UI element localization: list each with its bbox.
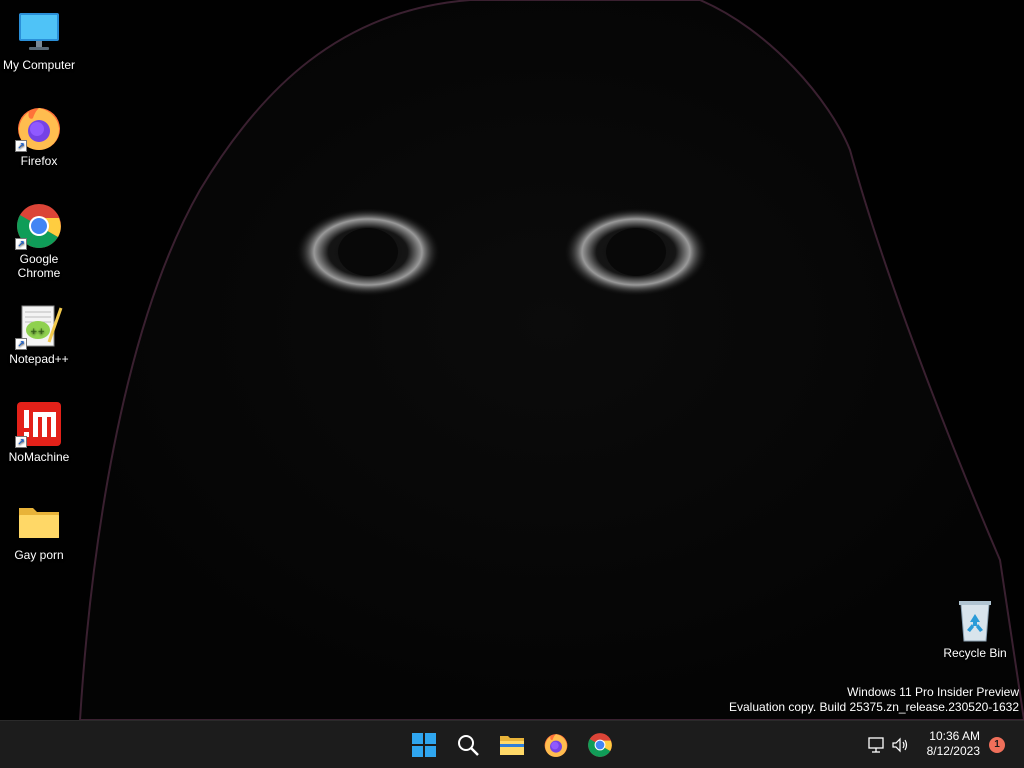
desktop-icon-label: Gay porn bbox=[14, 548, 64, 562]
desktop-icon-my-computer[interactable]: My Computer bbox=[0, 8, 78, 72]
taskbar-clock[interactable]: 10:36 AM 8/12/2023 bbox=[927, 729, 980, 759]
desktop-icon-label: My Computer bbox=[2, 58, 76, 72]
folder-icon bbox=[500, 736, 524, 755]
chrome-icon bbox=[588, 733, 612, 757]
watermark-build: Evaluation copy. Build 25375.zn_release.… bbox=[729, 700, 1019, 714]
desktop-icon-label: Google Chrome bbox=[17, 252, 61, 280]
clock-date: 8/12/2023 bbox=[926, 744, 980, 758]
firefox-taskbar-button[interactable] bbox=[540, 729, 572, 761]
chrome-icon: ↗ bbox=[15, 202, 63, 250]
firefox-icon: ↗ bbox=[15, 104, 63, 152]
shortcut-arrow-icon: ↗ bbox=[15, 140, 27, 152]
notepad-plus-plus-icon: ++ ↗ bbox=[15, 302, 63, 350]
desktop-icon-folder[interactable]: Gay porn bbox=[0, 498, 78, 562]
clock-time: 10:36 AM bbox=[929, 729, 980, 743]
shortcut-arrow-icon: ↗ bbox=[15, 338, 27, 350]
search-button[interactable] bbox=[452, 729, 484, 761]
chrome-taskbar-button[interactable] bbox=[584, 729, 616, 761]
search-icon bbox=[458, 735, 479, 756]
desktop-icon-recycle-bin[interactable]: Recycle Bin bbox=[936, 596, 1014, 660]
desktop-icon-notepad-plus-plus[interactable]: ++ ↗ Notepad++ bbox=[0, 302, 78, 366]
watermark-edition: Windows 11 Pro Insider Preview bbox=[847, 685, 1019, 699]
recycle-bin-icon bbox=[951, 596, 999, 644]
desktop-icon-label: Recycle Bin bbox=[943, 646, 1007, 660]
start-button[interactable] bbox=[408, 729, 440, 761]
shortcut-arrow-icon: ↗ bbox=[15, 238, 27, 250]
file-explorer-button[interactable] bbox=[496, 729, 528, 761]
shortcut-arrow-icon: ↗ bbox=[15, 436, 27, 448]
folder-icon bbox=[15, 498, 63, 546]
windows-start-icon bbox=[412, 733, 436, 757]
desktop-icon-firefox[interactable]: ↗ Firefox bbox=[0, 104, 78, 168]
desktop-icon-google-chrome[interactable]: ↗ Google Chrome bbox=[0, 202, 78, 280]
desktop-icon-nomachine[interactable]: ↗ NoMachine bbox=[0, 400, 78, 464]
desktop-icon-label: Firefox bbox=[20, 154, 58, 168]
wallpaper-image bbox=[0, 0, 1024, 720]
desktop[interactable]: My Computer ↗ Firefox ↗ Google Chrome ++… bbox=[0, 0, 1024, 720]
svg-text:++: ++ bbox=[30, 327, 45, 337]
windows-build-watermark: Windows 11 Pro Insider Preview Evaluatio… bbox=[729, 685, 1019, 715]
speaker-icon[interactable] bbox=[890, 735, 910, 755]
desktop-icon-label: Notepad++ bbox=[9, 352, 69, 366]
taskbar: 10:36 AM 8/12/2023 1 bbox=[0, 720, 1024, 768]
desktop-icon-label: NoMachine bbox=[8, 450, 70, 464]
firefox-icon bbox=[544, 734, 568, 757]
notification-badge[interactable]: 1 bbox=[989, 737, 1005, 753]
network-icon[interactable] bbox=[866, 735, 886, 755]
nomachine-icon: ↗ bbox=[15, 400, 63, 448]
monitor-icon bbox=[15, 8, 63, 56]
